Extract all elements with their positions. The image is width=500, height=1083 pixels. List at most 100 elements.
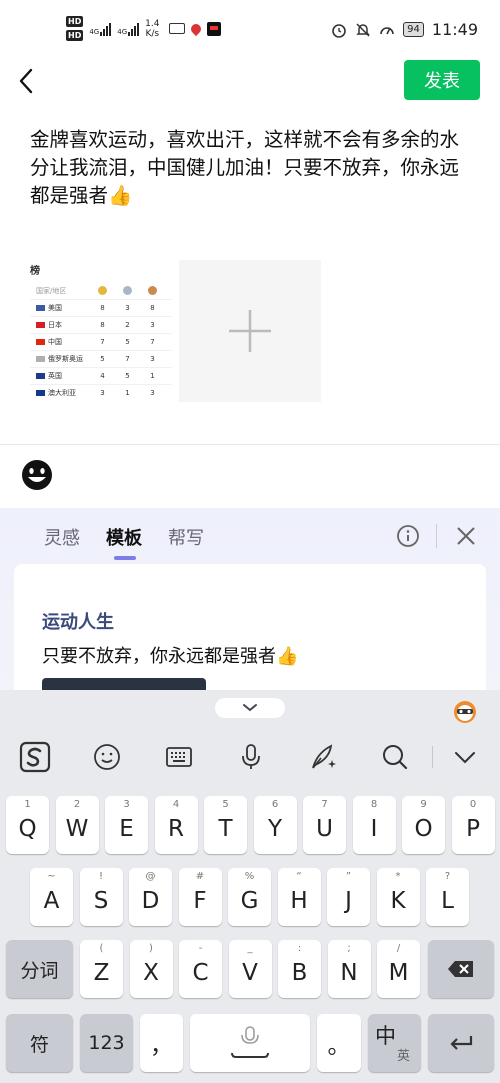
key-label: C	[192, 960, 209, 986]
separator	[436, 524, 437, 548]
key-i[interactable]: 8I	[352, 796, 396, 854]
add-photo-button[interactable]	[179, 260, 321, 402]
signal-icon: 4G	[117, 22, 140, 36]
key-k[interactable]: * K	[376, 868, 420, 926]
period-key[interactable]: 。	[317, 1014, 361, 1072]
key-label: V	[242, 960, 258, 986]
key-label: P	[466, 816, 480, 842]
key-j[interactable]: ” J	[327, 868, 370, 926]
space-key[interactable]	[190, 1014, 310, 1072]
attached-image-thumbnail[interactable]: 榜 国家/地区 美国 8 3 8 日本 8 2 3 中国 7 5 7 俄罗斯奥运 5 7 3 英国 4 5 1 澳大利亚…	[30, 260, 172, 402]
key-d[interactable]: @ D	[129, 868, 172, 926]
info-button[interactable]	[396, 524, 420, 548]
key-z[interactable]: (Z	[80, 940, 123, 998]
key-r[interactable]: 4R	[154, 796, 198, 854]
key-hint: ~	[47, 871, 56, 882]
key-f[interactable]: # F	[178, 868, 222, 926]
key-s[interactable]: ! S	[79, 868, 123, 926]
sogou-logo-button[interactable]	[18, 740, 52, 774]
backspace-key[interactable]	[428, 940, 494, 998]
battery-indicator: 94	[403, 22, 424, 37]
key-label: Y	[267, 816, 283, 842]
language-switch-key[interactable]: 中英	[368, 1014, 421, 1072]
keyboard-switch-button[interactable]	[162, 740, 196, 774]
hide-keyboard-button[interactable]	[448, 740, 482, 774]
symbol-key[interactable]: 符	[6, 1014, 73, 1072]
comma-key[interactable]: ，	[140, 1014, 183, 1072]
key-u[interactable]: 7U	[303, 796, 346, 854]
key-w[interactable]: 2W	[55, 796, 99, 854]
publish-button[interactable]: 发表	[404, 60, 480, 100]
voice-input-button[interactable]	[234, 740, 268, 774]
ai-assist-panel: 灵感 模板 帮写 运动人生 只要不放弃，你永远都是强者👍	[0, 508, 500, 690]
tab-inspiration[interactable]: 灵感	[44, 524, 80, 550]
key-e[interactable]: 3E	[105, 796, 148, 854]
flag-icon	[36, 322, 45, 328]
country-name: 澳大利亚	[48, 389, 76, 397]
key-hint: 6	[271, 799, 279, 810]
key-l[interactable]: ? L	[426, 868, 469, 926]
ai-write-button[interactable]	[306, 740, 340, 774]
header-country: 国家/地区	[36, 287, 67, 295]
backspace-icon	[448, 961, 473, 977]
collapse-panel-handle[interactable]	[215, 698, 285, 718]
silver-medal-icon	[123, 285, 132, 295]
key-y[interactable]: 6Y	[253, 796, 297, 854]
key-hint: -	[198, 943, 203, 954]
keyboard-toolbar	[0, 732, 500, 782]
key-q[interactable]: 1Q	[6, 796, 49, 854]
key-label: N	[340, 960, 358, 986]
status-left: HD HD 4G 4G 1.4 K/s	[66, 16, 222, 41]
key-hint: 9	[420, 799, 427, 810]
key-label: F	[193, 888, 207, 914]
template-image-preview	[42, 678, 206, 690]
gold-count: 4	[100, 372, 105, 380]
medal-table-row: 澳大利亚 3 1 3	[30, 384, 172, 401]
key-b[interactable]: :B	[278, 940, 321, 998]
plus-icon	[229, 310, 271, 352]
key-label: G	[240, 888, 259, 914]
key-h[interactable]: “H	[277, 868, 321, 926]
number-key[interactable]: 123	[80, 1014, 133, 1072]
key-a[interactable]: ~ A	[30, 868, 73, 926]
app-notif-icon	[207, 21, 222, 36]
medal-table-row: 中国 7 5 7	[30, 333, 172, 350]
tab-help-write[interactable]: 帮写	[168, 524, 204, 550]
key-hint: 5	[222, 799, 229, 810]
segment-key[interactable]: 分词	[6, 940, 73, 998]
key-x[interactable]: ) X	[129, 940, 173, 998]
country-name: 英国	[48, 372, 62, 380]
key-label: M	[388, 960, 409, 986]
key-label: A	[43, 888, 60, 914]
back-button[interactable]	[14, 64, 38, 98]
key-label: 。	[327, 1033, 351, 1059]
search-button[interactable]	[378, 740, 412, 774]
key-hint: ?	[444, 871, 451, 882]
emoji-keyboard-button[interactable]	[90, 740, 124, 774]
mascot-icon[interactable]	[452, 698, 478, 724]
post-text-input[interactable]: 金牌喜欢运动，喜欢出汗，这样就不会有多余的水分让我流泪，中国健儿加油！只要不放弃…	[30, 126, 470, 210]
key-label: B	[291, 960, 308, 986]
enter-key[interactable]	[428, 1014, 494, 1072]
emoji-button[interactable]	[20, 458, 54, 492]
key-p[interactable]: 0P	[451, 796, 495, 854]
flag-icon	[36, 305, 45, 311]
key-label: X	[143, 960, 159, 986]
country-name: 俄罗斯奥运	[48, 355, 83, 363]
key-label: 123	[88, 1032, 125, 1054]
status-bar: HD HD 4G 4G 1.4 K/s 94 11:49	[0, 0, 500, 62]
smiley-icon	[94, 744, 120, 770]
key-n[interactable]: ; N	[327, 940, 371, 998]
close-panel-button[interactable]	[454, 524, 478, 548]
tab-template[interactable]: 模板	[106, 524, 142, 560]
key-o[interactable]: 9O	[402, 796, 445, 854]
key-c[interactable]: -C	[179, 940, 222, 998]
key-v[interactable]: _ V	[228, 940, 272, 998]
key-m[interactable]: / M	[377, 940, 420, 998]
key-g[interactable]: % G	[228, 868, 271, 926]
template-card[interactable]: 运动人生 只要不放弃，你永远都是强者👍	[14, 564, 486, 690]
key-t[interactable]: 5T	[204, 796, 247, 854]
country-name: 美国	[48, 304, 62, 312]
key-hint: /	[396, 943, 401, 954]
silver-count: 1	[125, 389, 130, 397]
